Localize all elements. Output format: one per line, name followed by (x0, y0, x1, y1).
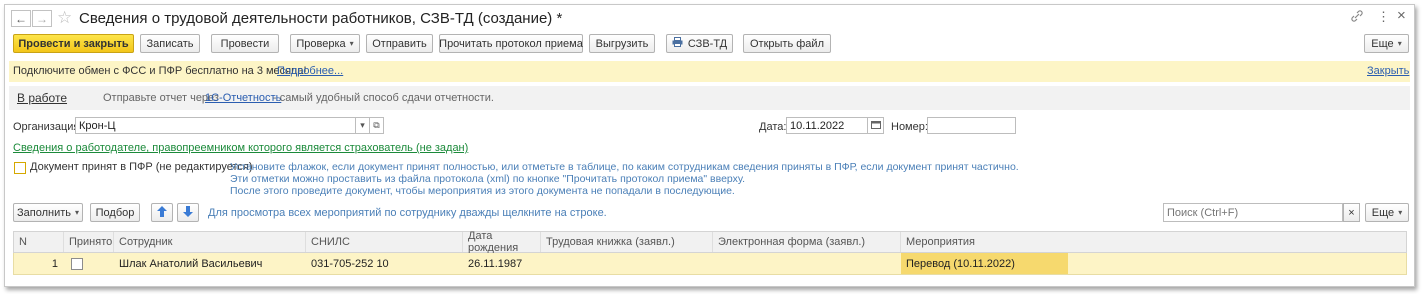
cell-electronic-form (713, 253, 901, 274)
print-szv-td-button[interactable]: СЗВ-ТД (666, 34, 733, 53)
dropdown-arrow-icon: ▾ (1398, 208, 1403, 217)
accepted-by-pfr-checkbox[interactable] (14, 162, 26, 174)
number-input[interactable] (927, 117, 1016, 134)
document-window: ← → ☆ Сведения о трудовой деятельности р… (4, 4, 1415, 287)
table-row[interactable]: 1 Шлак Анатолий Васильевич 031-705-252 1… (13, 253, 1407, 275)
cell-n: 1 (51, 257, 58, 270)
banner-close-link[interactable]: Закрыть (1367, 65, 1409, 77)
organization-label: Организация: (13, 121, 83, 133)
column-header-snils[interactable]: СНИЛС (306, 232, 463, 252)
more-label: Еще (1371, 37, 1394, 50)
calendar-button[interactable] (868, 117, 884, 134)
table-hint: Для просмотра всех мероприятий по сотруд… (208, 207, 607, 219)
fill-dropdown-button[interactable]: Заполнить ▾ (13, 203, 83, 222)
cell-accepted[interactable] (64, 253, 114, 274)
open-file-button[interactable]: Открыть файл (743, 34, 831, 53)
open-icon: ⧉ (373, 120, 380, 130)
dropdown-arrow-icon: ▾ (360, 120, 365, 130)
more-actions-icon[interactable]: ⋮ (1377, 9, 1390, 25)
date-input[interactable]: 10.11.2022 (786, 117, 868, 134)
cell-events[interactable]: Перевод (10.11.2022) (901, 253, 1068, 274)
arrow-up-icon (157, 205, 167, 220)
dropdown-arrow-icon: ▾ (349, 39, 354, 48)
column-header-accepted[interactable]: Принято (64, 232, 114, 252)
favorite-star-icon[interactable]: ☆ (57, 8, 72, 28)
close-icon[interactable]: × (1397, 7, 1406, 24)
post-button[interactable]: Провести (211, 34, 279, 53)
column-header-employee[interactable]: Сотрудник (114, 232, 306, 252)
hint-line-3: После этого проведите документ, чтобы ме… (230, 185, 735, 197)
status-label[interactable]: В работе (17, 91, 67, 105)
window-title: Сведения о трудовой деятельности работни… (79, 10, 563, 27)
save-button[interactable]: Записать (140, 34, 200, 53)
send-button[interactable]: Отправить (366, 34, 433, 53)
move-down-button[interactable] (177, 203, 199, 222)
forward-button[interactable]: → (32, 10, 52, 27)
link-icon[interactable] (1350, 9, 1366, 25)
fill-label: Заполнить (16, 206, 71, 219)
column-header-n[interactable]: N (14, 232, 64, 252)
select-button[interactable]: Подбор (90, 203, 140, 222)
cell-paper-book (541, 253, 713, 274)
organization-input[interactable]: Крон-Ц (75, 117, 356, 134)
export-button[interactable]: Выгрузить (589, 34, 655, 53)
column-header-birth-date[interactable]: Дата рождения (463, 230, 541, 254)
back-button[interactable]: ← (11, 10, 31, 27)
table-header: N Принято Сотрудник СНИЛС Дата рождения … (13, 230, 1408, 254)
column-header-paper-book[interactable]: Трудовая книжка (заявл.) (541, 232, 713, 252)
dropdown-arrow-icon: ▾ (75, 208, 80, 217)
move-up-button[interactable] (151, 203, 173, 222)
arrow-right-icon: → (36, 11, 48, 26)
table-more-label: Еще (1371, 206, 1395, 219)
row-accepted-checkbox[interactable] (71, 257, 83, 270)
clear-search-button[interactable]: × (1343, 203, 1360, 222)
print-szv-td-label: СЗВ-ТД (687, 37, 728, 50)
check-dropdown-button[interactable]: Проверка ▾ (290, 34, 360, 53)
date-label: Дата: (759, 121, 787, 133)
search-input[interactable] (1163, 203, 1343, 222)
status-panel: В работе Отправьте отчет через 1С-Отчетн… (9, 86, 1410, 110)
organization-dropdown-button[interactable]: ▾ (356, 117, 370, 134)
accepted-by-pfr-label: Документ принят в ПФР (не редактируется) (30, 161, 253, 173)
check-label: Проверка (296, 37, 346, 50)
column-header-electronic-form[interactable]: Электронная форма (заявл.) (713, 232, 901, 252)
banner-more-link[interactable]: Подробнее... (277, 65, 343, 77)
arrow-left-icon: ← (15, 11, 27, 26)
organization-open-button[interactable]: ⧉ (370, 117, 384, 134)
printer-icon (672, 37, 683, 50)
status-reporting-link[interactable]: 1С-Отчетность (205, 92, 281, 104)
arrow-down-icon (183, 205, 193, 220)
status-text-before: Отправьте отчет через (103, 92, 219, 104)
column-header-events[interactable]: Мероприятия (901, 232, 1408, 252)
promo-banner: Подключите обмен с ФСС и ПФР бесплатно н… (9, 61, 1410, 82)
successor-employer-link[interactable]: Сведения о работодателе, правопреемником… (13, 142, 468, 154)
banner-text: Подключите обмен с ФСС и ПФР бесплатно н… (13, 65, 307, 77)
dropdown-arrow-icon: ▾ (1397, 39, 1402, 48)
hint-line-1: Установите флажок, если документ принят … (230, 161, 1019, 173)
cell-snils: 031-705-252 10 (311, 257, 389, 270)
hint-line-2: Эти отметки можно проставить из файла пр… (230, 173, 746, 185)
table-more-button[interactable]: Еще ▾ (1365, 203, 1409, 222)
read-protocol-button[interactable]: Прочитать протокол приема (439, 34, 583, 53)
cell-birth-date: 26.11.1987 (468, 257, 523, 270)
number-label: Номер: (891, 121, 928, 133)
calendar-icon (870, 120, 881, 131)
status-text-after: - самый удобный способ сдачи отчетности. (273, 92, 494, 104)
cell-employee: Шлак Анатолий Васильевич (119, 257, 263, 270)
post-and-close-button[interactable]: Провести и закрыть (13, 34, 134, 53)
more-button[interactable]: Еще ▾ (1364, 34, 1409, 53)
